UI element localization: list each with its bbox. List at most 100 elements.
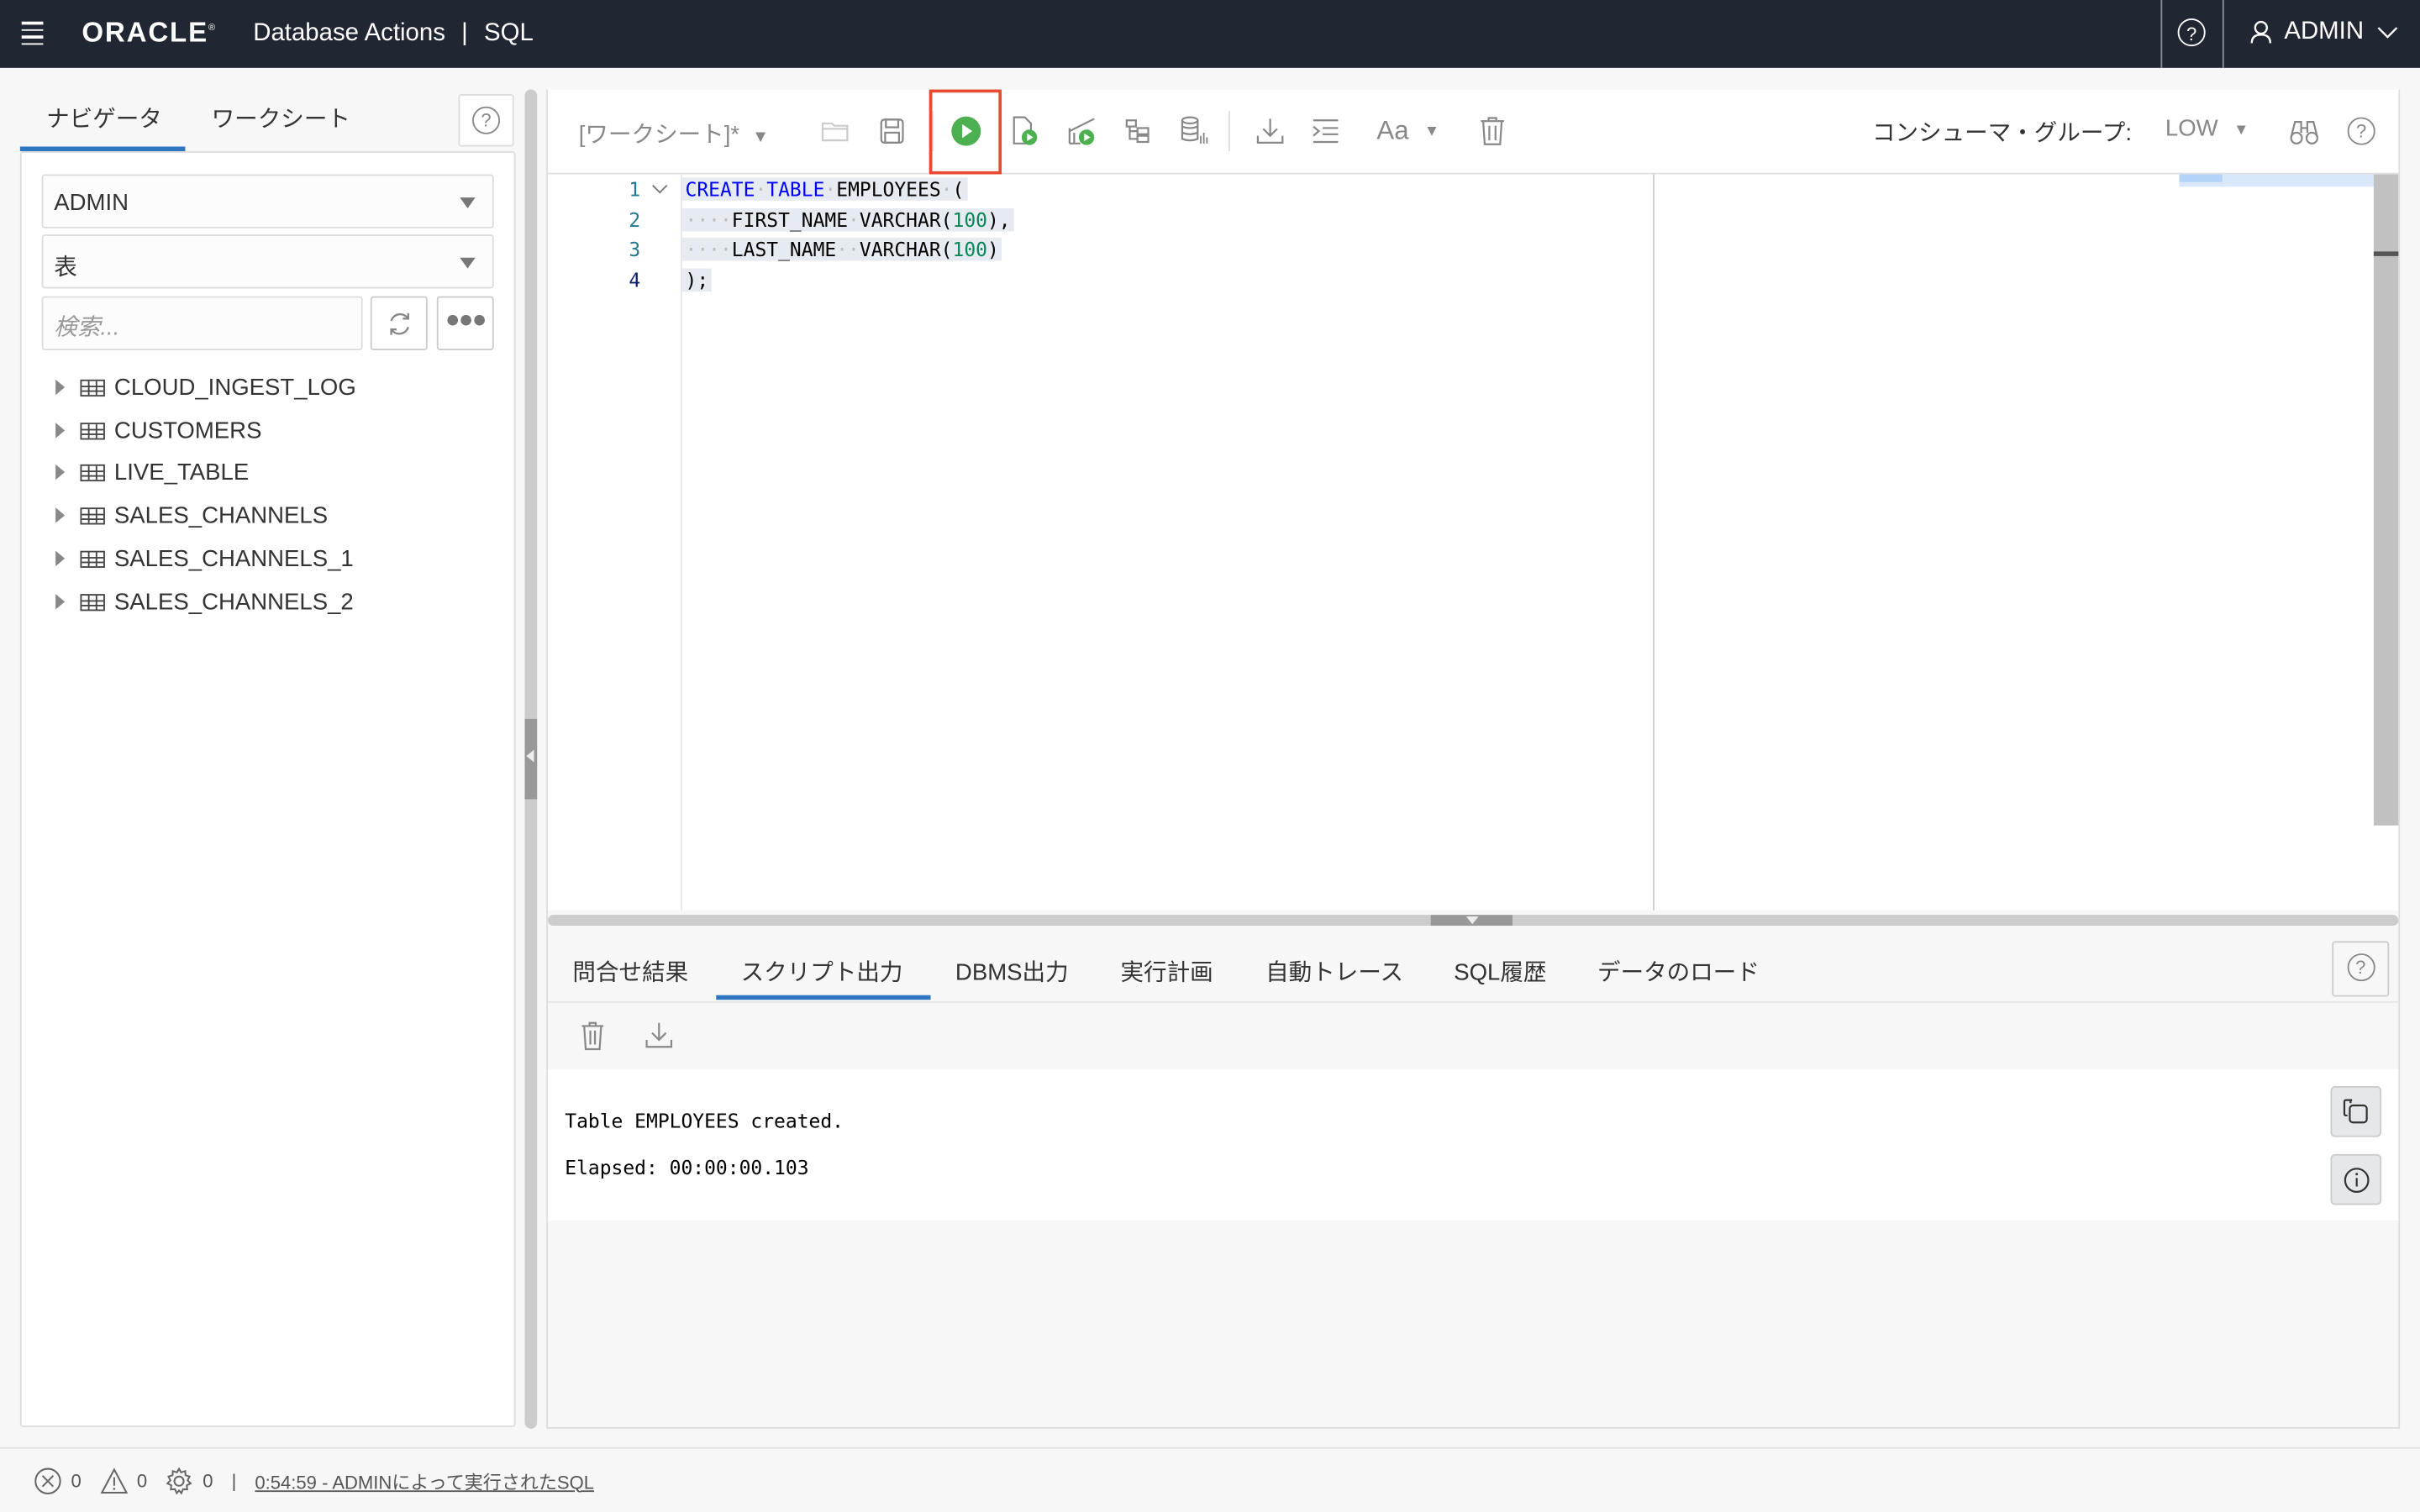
explain-plan-run-icon[interactable] — [1066, 116, 1097, 147]
run-script-icon[interactable] — [1009, 116, 1040, 147]
info-button[interactable] — [2330, 1153, 2382, 1205]
caret-down-icon: ▼ — [752, 128, 770, 147]
status-bar: 0 0 0 | 0:54:59 - ADMINによって実行されたSQL — [34, 1467, 594, 1495]
code-line[interactable]: ····FIRST_NAME·VARCHAR(100), — [681, 207, 1014, 232]
tab-autotrace[interactable]: 自動トレース — [1265, 955, 1403, 988]
highlight-annotation — [929, 89, 1002, 175]
last-run-sql-link[interactable]: 0:54:59 - ADMINによって実行されたSQL — [255, 1468, 594, 1494]
tree-item[interactable]: SALES_CHANNELS_2 — [55, 583, 354, 620]
warning-icon[interactable] — [99, 1467, 128, 1495]
find-binoculars-icon[interactable] — [2289, 118, 2320, 149]
code-line[interactable]: ); — [681, 268, 712, 292]
code-line[interactable]: ····LAST_NAME··VARCHAR(100) — [681, 237, 1002, 261]
collapse-panel-handle[interactable] — [524, 718, 538, 800]
tab-query-result[interactable]: 問合せ結果 — [572, 955, 688, 988]
tab-sql-history[interactable]: SQL履歴 — [1454, 955, 1546, 988]
consumer-group-value: LOW — [2165, 115, 2218, 142]
search-input[interactable]: 検索... — [41, 296, 363, 350]
tab-worksheet[interactable]: ワークシート — [212, 102, 350, 134]
consumer-group-select[interactable]: LOW ▼ — [2165, 116, 2249, 147]
header-divider — [2160, 0, 2163, 68]
object-type-value: 表 — [54, 255, 77, 281]
output-line: Table EMPLOYEES created. — [565, 1109, 844, 1133]
text-token: FIRST_NAME — [731, 207, 849, 232]
status-separator: | — [231, 1470, 237, 1493]
top-bar: ORACLE® Database Actions | SQL ? ADMIN — [0, 0, 2420, 68]
schema-select[interactable]: ADMIN — [41, 174, 494, 228]
expand-arrow-icon[interactable] — [55, 594, 66, 610]
tab-data-load[interactable]: データのロード — [1597, 955, 1760, 988]
header-divider — [2222, 0, 2224, 68]
more-actions-button[interactable]: ●●● — [436, 296, 494, 350]
collapse-output-handle[interactable] — [1430, 915, 1512, 927]
tree-item[interactable]: CUSTOMERS — [55, 412, 261, 449]
line-number: 3 — [629, 237, 641, 261]
user-icon — [2250, 20, 2272, 44]
open-folder-icon[interactable] — [821, 116, 849, 147]
download-icon[interactable] — [1256, 116, 1284, 147]
output-line: Elapsed: 00:00:00.103 — [565, 1155, 809, 1179]
text-token: EMPLOYEES — [836, 177, 941, 201]
help-icon[interactable]: ? — [2347, 117, 2375, 145]
tab-dbms-output[interactable]: DBMS出力 — [955, 955, 1069, 988]
whitespace-marker: · — [824, 177, 837, 201]
worksheet-name-dropdown[interactable]: [ワークシート]* ▼ — [579, 118, 770, 148]
font-icon: Aa — [1376, 115, 1409, 145]
expand-arrow-icon[interactable] — [55, 379, 66, 396]
code-line[interactable]: CREATE·TABLE·EMPLOYEES·( — [681, 177, 967, 201]
trash-icon[interactable] — [1479, 116, 1507, 147]
expand-arrow-icon[interactable] — [55, 550, 66, 567]
tab-navigator[interactable]: ナビゲータ — [46, 102, 162, 134]
tree-item[interactable]: SALES_CHANNELS — [55, 496, 328, 533]
error-count: 0 — [71, 1470, 82, 1493]
help-icon[interactable]: ? — [2177, 18, 2206, 47]
tab-script-output[interactable]: スクリプト出力 — [741, 955, 903, 988]
table-icon — [80, 422, 105, 439]
text-token: VARCHAR( — [859, 237, 953, 261]
clear-output-trash-icon[interactable] — [581, 1021, 605, 1051]
tree-item[interactable]: LIVE_TABLE — [55, 454, 249, 491]
caret-down-icon: ▼ — [2233, 121, 2249, 139]
format-indent-icon[interactable] — [1312, 116, 1339, 147]
help-icon: ? — [472, 106, 501, 134]
code-editor[interactable] — [548, 174, 2399, 911]
whitespace-marker: · — [755, 177, 767, 201]
tree-item[interactable]: CLOUD_INGEST_LOG — [55, 369, 356, 406]
whitespace-marker: ···· — [685, 207, 732, 232]
table-name: LIVE_TABLE — [113, 459, 250, 486]
number-token: 100 — [952, 237, 987, 261]
expand-arrow-icon[interactable] — [55, 423, 66, 438]
gear-icon[interactable] — [166, 1467, 193, 1495]
download-output-icon[interactable] — [645, 1021, 673, 1049]
tab-explain-plan[interactable]: 実行計画 — [1120, 955, 1213, 988]
font-size-dropdown[interactable]: Aa ▼ — [1376, 116, 1439, 147]
autotrace-icon[interactable] — [1179, 116, 1210, 147]
chevron-down-icon — [2376, 27, 2397, 39]
editor-scrollbar[interactable] — [2373, 174, 2399, 826]
help-icon: ? — [2346, 953, 2375, 982]
object-type-select[interactable]: 表 — [41, 234, 494, 289]
keyword-token: CREATE — [685, 177, 755, 201]
table-name: SALES_CHANNELS — [113, 501, 329, 529]
table-icon — [80, 593, 105, 611]
app-root: ORACLE® Database Actions | SQL ? ADMIN ナ… — [0, 0, 2420, 1512]
caret-down-icon — [460, 257, 476, 269]
save-icon[interactable] — [878, 116, 906, 147]
user-menu[interactable]: ADMIN — [2250, 18, 2398, 46]
hamburger-menu-icon[interactable] — [21, 21, 44, 45]
navigator-help-button[interactable]: ? — [458, 94, 514, 147]
minimap-code-preview — [2179, 174, 2223, 182]
tree-item[interactable]: SALES_CHANNELS_1 — [55, 540, 354, 577]
expand-arrow-icon[interactable] — [55, 464, 66, 480]
refresh-button[interactable] — [370, 296, 428, 350]
error-icon[interactable] — [34, 1467, 61, 1495]
copy-output-button[interactable] — [2330, 1086, 2382, 1137]
table-name: CUSTOMERS — [113, 417, 262, 444]
output-help-button[interactable]: ? — [2332, 941, 2390, 997]
expand-arrow-icon[interactable] — [55, 507, 66, 523]
chevron-left-icon — [526, 749, 534, 763]
explain-plan-icon[interactable] — [1123, 116, 1151, 147]
info-icon — [2344, 1168, 2370, 1193]
line-number: 1 — [629, 177, 641, 201]
ellipsis-icon: ●●● — [445, 307, 487, 333]
